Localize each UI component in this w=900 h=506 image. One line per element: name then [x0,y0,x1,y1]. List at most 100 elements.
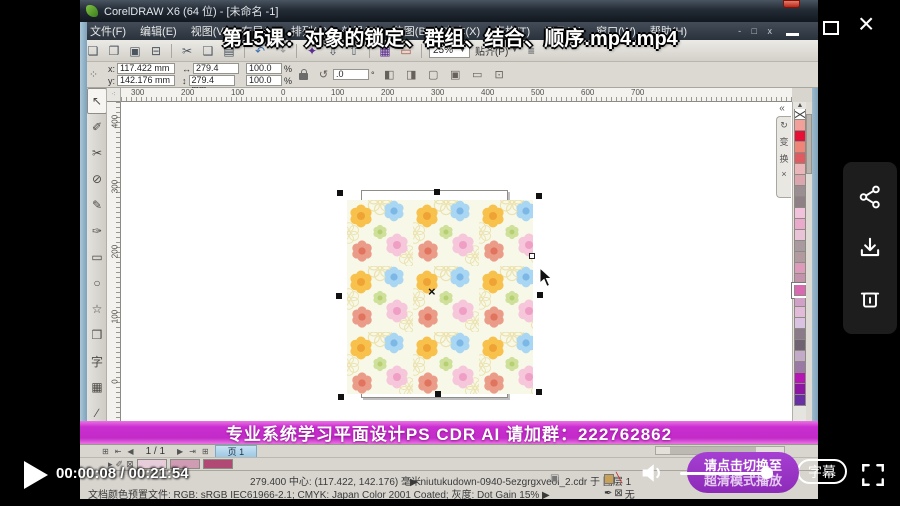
rectangle-tool[interactable]: ▭ [87,244,107,270]
table-tool[interactable]: ▦ [87,374,107,400]
palette-scroll-up-icon[interactable]: ▲ [793,102,807,109]
object-position-icon[interactable]: ▣ [448,68,463,81]
last-page-icon[interactable]: ⇥ [189,447,196,456]
color-swatch[interactable] [794,252,806,263]
play-button[interactable] [24,461,48,489]
color-swatch[interactable] [794,340,806,351]
subtitle-button[interactable]: 字幕 [797,459,847,484]
color-swatch[interactable] [794,131,806,142]
scale-y-field[interactable]: 100.0 [246,75,282,86]
video-title-overlay: 第15课：对象的锁定、群组、结合、顺序.mp4.mp4 [0,22,900,51]
color-swatch[interactable] [794,120,806,131]
color-swatch[interactable] [794,241,806,252]
selection-handle[interactable] [537,292,543,298]
share-icon[interactable] [857,184,883,210]
scale-x-field[interactable]: 100.0 [246,63,282,74]
convert-icon[interactable]: ▭ [470,68,485,81]
selection-handle[interactable] [435,391,441,397]
color-swatch[interactable] [794,285,806,296]
shape-tool[interactable]: ✐ [87,114,107,140]
object-height-field[interactable]: 279.4 mm [189,75,235,86]
selection-handle[interactable] [536,193,542,199]
horizontal-ruler[interactable]: 3002001000100200300400500600700 [121,88,792,102]
download-icon[interactable] [857,235,883,261]
color-swatch[interactable] [794,307,806,318]
wrap-text-icon[interactable]: ▢ [426,68,441,81]
volume-slider[interactable] [680,472,768,475]
text-tool[interactable]: 字 [87,348,107,374]
ruler-origin-corner[interactable]: ⁖ [107,88,121,102]
color-swatch[interactable] [794,164,806,175]
lock-ratio-icon[interactable] [299,69,309,80]
vertical-ruler[interactable]: 4003002001000 [107,102,121,444]
color-swatch[interactable] [794,208,806,219]
selection-handle[interactable] [536,389,542,395]
color-swatch[interactable] [794,197,806,208]
docker-close-icon[interactable]: × [781,169,786,179]
next-page-icon[interactable]: ▶ [177,447,183,456]
player-close-icon[interactable]: × [858,10,874,38]
trash-icon[interactable] [857,286,883,312]
basic-shapes-tool[interactable]: ❒ [87,322,107,348]
player-maximize-button[interactable] [823,21,839,35]
color-swatch[interactable] [794,296,806,307]
x-position-field[interactable]: 117.422 mm [117,63,175,74]
color-swatch[interactable] [794,318,806,329]
edit-node[interactable] [529,253,535,259]
document-color-swatch[interactable] [203,459,233,469]
color-swatch[interactable] [794,175,806,186]
ellipse-tool[interactable]: ○ [87,270,107,296]
docker-collapse-button[interactable]: « [774,103,790,115]
fullscreen-icon[interactable] [860,462,886,488]
color-swatch[interactable] [794,142,806,153]
y-position-field[interactable]: 142.176 mm [117,75,175,86]
volume-slider-knob[interactable] [761,467,773,479]
player-minimize-button[interactable] [786,33,799,36]
color-swatch[interactable] [794,329,806,340]
width-icon: ↔ [182,64,191,74]
selected-bitmap[interactable] [347,200,533,394]
mirror-horizontal-icon[interactable]: ◧ [382,68,397,81]
add-page-icon[interactable]: ⊞ [102,447,109,456]
color-swatch[interactable] [794,362,806,373]
color-swatch[interactable] [794,274,806,285]
drawing-canvas[interactable]: × [121,102,792,444]
zoom-tool[interactable]: ⊘ [87,166,107,192]
color-swatch[interactable] [794,153,806,164]
page-counter: 1 / 1 [146,446,165,457]
color-swatch[interactable] [794,384,806,395]
selection-handle[interactable] [434,189,440,195]
color-swatch[interactable] [794,395,806,406]
window-close-button[interactable] [783,0,800,8]
color-swatch[interactable] [794,351,806,362]
ruler-label: 500 [531,88,544,97]
color-swatch[interactable] [794,186,806,197]
transform-docker-tab[interactable]: ↻ 变 换 × [776,116,791,198]
color-swatch[interactable] [794,230,806,241]
first-page-icon[interactable]: ⇤ [115,447,122,456]
page-tab[interactable]: 页 1 [215,445,258,457]
selection-handle[interactable] [338,394,344,400]
pick-tool[interactable]: ↖ [87,88,107,114]
doc-info-icon[interactable]: ▣ [550,473,559,484]
options-dialog-icon[interactable]: ⊡ [492,68,507,81]
selection-handle[interactable] [337,190,343,196]
ruler-label: 200 [111,245,120,259]
mirror-vertical-icon[interactable]: ◨ [404,68,419,81]
freehand-tool[interactable]: ✎ [87,192,107,218]
no-color-swatch[interactable] [794,109,806,120]
color-swatch[interactable] [794,263,806,274]
selection-handle[interactable] [336,293,342,299]
artistic-media-tool[interactable]: ✑ [87,218,107,244]
vertical-scrollbar[interactable] [806,102,812,444]
color-swatch[interactable] [794,219,806,230]
color-swatch[interactable] [794,373,806,384]
crop-tool[interactable]: ✂ [87,140,107,166]
object-width-field[interactable]: 279.4 mm [193,63,239,74]
rotation-angle-field[interactable]: .0 [333,69,369,80]
scrollbar-thumb[interactable] [806,114,812,174]
insert-page-icon[interactable]: ⊞ [202,447,209,456]
polygon-tool[interactable]: ☆ [87,296,107,322]
prev-page-icon[interactable]: ◀ [127,447,133,456]
volume-icon[interactable] [638,459,666,487]
